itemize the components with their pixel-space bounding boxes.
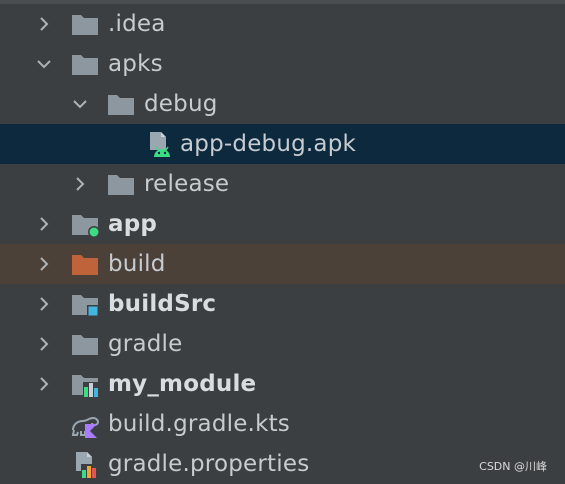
folder-icon: [106, 170, 136, 198]
folder-icon: [70, 330, 100, 358]
library-module-folder-icon: [70, 370, 100, 398]
chevron-down-icon[interactable]: [70, 94, 90, 114]
tree-row-label: build: [108, 251, 166, 277]
chevron-right-icon[interactable]: [70, 174, 90, 194]
chevron-right-icon[interactable]: [34, 334, 54, 354]
project-tree: .idea apks debug app-debug.apk release a…: [0, 4, 565, 484]
tree-row-label: debug: [144, 91, 218, 117]
tree-row-debug[interactable]: debug: [0, 84, 565, 124]
android-module-folder-icon: [70, 210, 100, 238]
tree-row-release[interactable]: release: [0, 164, 565, 204]
watermark: CSDN @川峰: [479, 460, 547, 473]
tree-row-apks[interactable]: apks: [0, 44, 565, 84]
chevron-right-icon[interactable]: [34, 254, 54, 274]
tree-row-app-debug-apk[interactable]: app-debug.apk: [0, 124, 565, 164]
tree-row-label: buildSrc: [108, 291, 217, 317]
tree-row-buildsrc[interactable]: buildSrc: [0, 284, 565, 324]
tree-row-label: app-debug.apk: [180, 131, 357, 157]
tree-row-label: gradle.properties: [108, 451, 310, 477]
excluded-folder-icon: [70, 250, 100, 278]
folder-icon: [70, 50, 100, 78]
tree-row-label: gradle: [108, 331, 183, 357]
tree-row-label: apks: [108, 51, 163, 77]
tree-row-build[interactable]: build: [0, 244, 565, 284]
chevron-right-icon[interactable]: [34, 214, 54, 234]
tree-row-gradle[interactable]: gradle: [0, 324, 565, 364]
tree-row-idea[interactable]: .idea: [0, 4, 565, 44]
tree-row-build-gradle-kts[interactable]: build.gradle.kts: [0, 404, 565, 444]
tree-row-label: app: [108, 211, 158, 237]
chevron-right-icon[interactable]: [34, 374, 54, 394]
tree-row-label: my_module: [108, 371, 257, 397]
chevron-right-icon[interactable]: [34, 294, 54, 314]
folder-icon: [106, 90, 136, 118]
apk-file-icon: [146, 130, 176, 158]
tree-row-label: .idea: [108, 11, 166, 37]
tree-row-label: release: [144, 171, 230, 197]
tree-row-my-module[interactable]: my_module: [0, 364, 565, 404]
module-folder-icon: [70, 290, 100, 318]
chevron-right-icon[interactable]: [34, 14, 54, 34]
tree-row-label: build.gradle.kts: [108, 411, 290, 437]
gradle-properties-icon: [70, 450, 100, 478]
gradle-kotlin-script-icon: [70, 410, 100, 438]
folder-icon: [70, 10, 100, 38]
tree-row-app[interactable]: app: [0, 204, 565, 244]
chevron-down-icon[interactable]: [34, 54, 54, 74]
